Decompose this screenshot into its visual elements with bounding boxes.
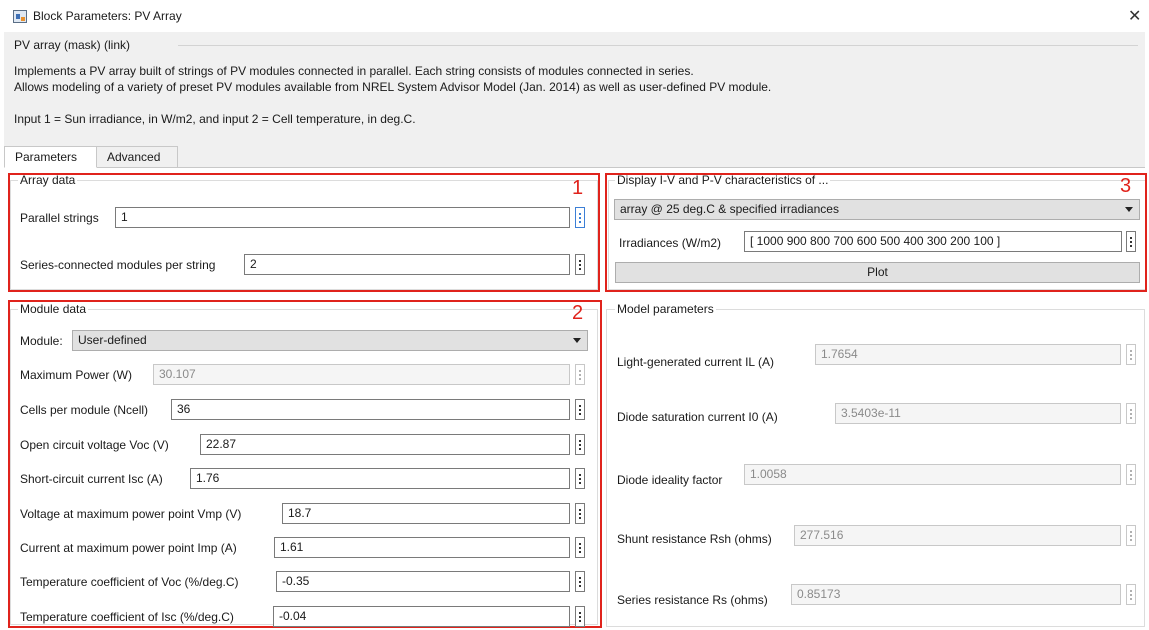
cells-per-module-label: Cells per module (Ncell) bbox=[20, 403, 149, 417]
divider bbox=[178, 45, 1138, 46]
module-label: Module: bbox=[20, 334, 63, 348]
module-dropdown[interactable]: User-defined bbox=[72, 330, 588, 351]
display-mode-value: array @ 25 deg.C & specified irradiances bbox=[620, 202, 839, 216]
il-menu-icon bbox=[1126, 344, 1136, 365]
cells-per-module-field[interactable]: 36 bbox=[171, 399, 570, 420]
annotation-number-2: 2 bbox=[572, 302, 584, 324]
rs-label: Series resistance Rs (ohms) bbox=[617, 593, 768, 607]
voc-label: Open circuit voltage Voc (V) bbox=[20, 438, 169, 452]
i0-label: Diode saturation current I0 (A) bbox=[617, 410, 778, 424]
mask-title: PV array (mask) (link) bbox=[14, 38, 131, 52]
description-line-2: Allows modeling of a variety of preset P… bbox=[14, 80, 772, 94]
imp-menu-icon[interactable] bbox=[575, 537, 585, 558]
il-field: 1.7654 bbox=[815, 344, 1121, 365]
description-line-1: Implements a PV array built of strings o… bbox=[14, 64, 694, 78]
series-modules-field[interactable]: 2 bbox=[244, 254, 570, 275]
irradiances-field[interactable]: [ 1000 900 800 700 600 500 400 300 200 1… bbox=[744, 231, 1122, 252]
vmp-field[interactable]: 18.7 bbox=[282, 503, 570, 524]
rsh-field: 277.516 bbox=[794, 525, 1121, 546]
temp-coeff-voc-label: Temperature coefficient of Voc (%/deg.C) bbox=[20, 575, 239, 589]
maximum-power-menu-icon bbox=[575, 364, 585, 385]
voc-field[interactable]: 22.87 bbox=[200, 434, 570, 455]
rsh-label: Shunt resistance Rsh (ohms) bbox=[617, 532, 772, 546]
description-line-3: Input 1 = Sun irradiance, in W/m2, and i… bbox=[14, 112, 416, 126]
chevron-down-icon bbox=[1125, 207, 1133, 212]
maximum-power-label: Maximum Power (W) bbox=[20, 368, 133, 382]
window-title: Block Parameters: PV Array bbox=[33, 9, 182, 23]
imp-field[interactable]: 1.61 bbox=[274, 537, 570, 558]
isc-field[interactable]: 1.76 bbox=[190, 468, 570, 489]
rsh-menu-icon bbox=[1126, 525, 1136, 546]
il-label: Light-generated current IL (A) bbox=[617, 355, 774, 369]
ideality-factor-label: Diode ideality factor bbox=[617, 473, 723, 487]
isc-menu-icon[interactable] bbox=[575, 468, 585, 489]
display-mode-dropdown[interactable]: array @ 25 deg.C & specified irradiances bbox=[614, 199, 1140, 220]
i0-field: 3.5403e-11 bbox=[835, 403, 1121, 424]
tab-parameters[interactable]: Parameters bbox=[4, 146, 97, 168]
series-modules-label: Series-connected modules per string bbox=[20, 258, 216, 272]
plot-button[interactable]: Plot bbox=[615, 262, 1140, 283]
parallel-strings-label: Parallel strings bbox=[20, 211, 99, 225]
tab-advanced[interactable]: Advanced bbox=[97, 146, 178, 168]
parallel-strings-field[interactable]: 1 bbox=[115, 207, 570, 228]
close-icon[interactable]: ✕ bbox=[1128, 6, 1141, 26]
ideality-factor-menu-icon bbox=[1126, 464, 1136, 485]
i0-menu-icon bbox=[1126, 403, 1136, 424]
ideality-factor-field: 1.0058 bbox=[744, 464, 1121, 485]
chevron-down-icon bbox=[573, 338, 581, 343]
rs-menu-icon bbox=[1126, 584, 1136, 605]
irradiances-label: Irradiances (W/m2) bbox=[619, 236, 722, 250]
temp-coeff-isc-menu-icon[interactable] bbox=[575, 606, 585, 627]
simulink-block-icon bbox=[13, 10, 27, 23]
annotation-number-1: 1 bbox=[572, 177, 584, 199]
cells-per-module-menu-icon[interactable] bbox=[575, 399, 585, 420]
temp-coeff-voc-field[interactable]: -0.35 bbox=[276, 571, 570, 592]
annotation-number-3: 3 bbox=[1120, 175, 1132, 197]
maximum-power-field: 30.107 bbox=[153, 364, 570, 385]
series-modules-menu-icon[interactable] bbox=[575, 254, 585, 275]
rs-field: 0.85173 bbox=[791, 584, 1121, 605]
imp-label: Current at maximum power point Imp (A) bbox=[20, 541, 237, 555]
irradiances-menu-icon[interactable] bbox=[1126, 231, 1136, 252]
temp-coeff-isc-label: Temperature coefficient of Isc (%/deg.C) bbox=[20, 610, 234, 624]
voc-menu-icon[interactable] bbox=[575, 434, 585, 455]
model-parameters-title: Model parameters bbox=[615, 302, 716, 316]
temp-coeff-isc-field[interactable]: -0.04 bbox=[273, 606, 570, 627]
parallel-strings-menu-icon[interactable] bbox=[575, 207, 585, 228]
temp-coeff-voc-menu-icon[interactable] bbox=[575, 571, 585, 592]
vmp-label: Voltage at maximum power point Vmp (V) bbox=[20, 507, 242, 521]
vmp-menu-icon[interactable] bbox=[575, 503, 585, 524]
module-dropdown-value: User-defined bbox=[78, 333, 147, 347]
isc-label: Short-circuit current Isc (A) bbox=[20, 472, 163, 486]
